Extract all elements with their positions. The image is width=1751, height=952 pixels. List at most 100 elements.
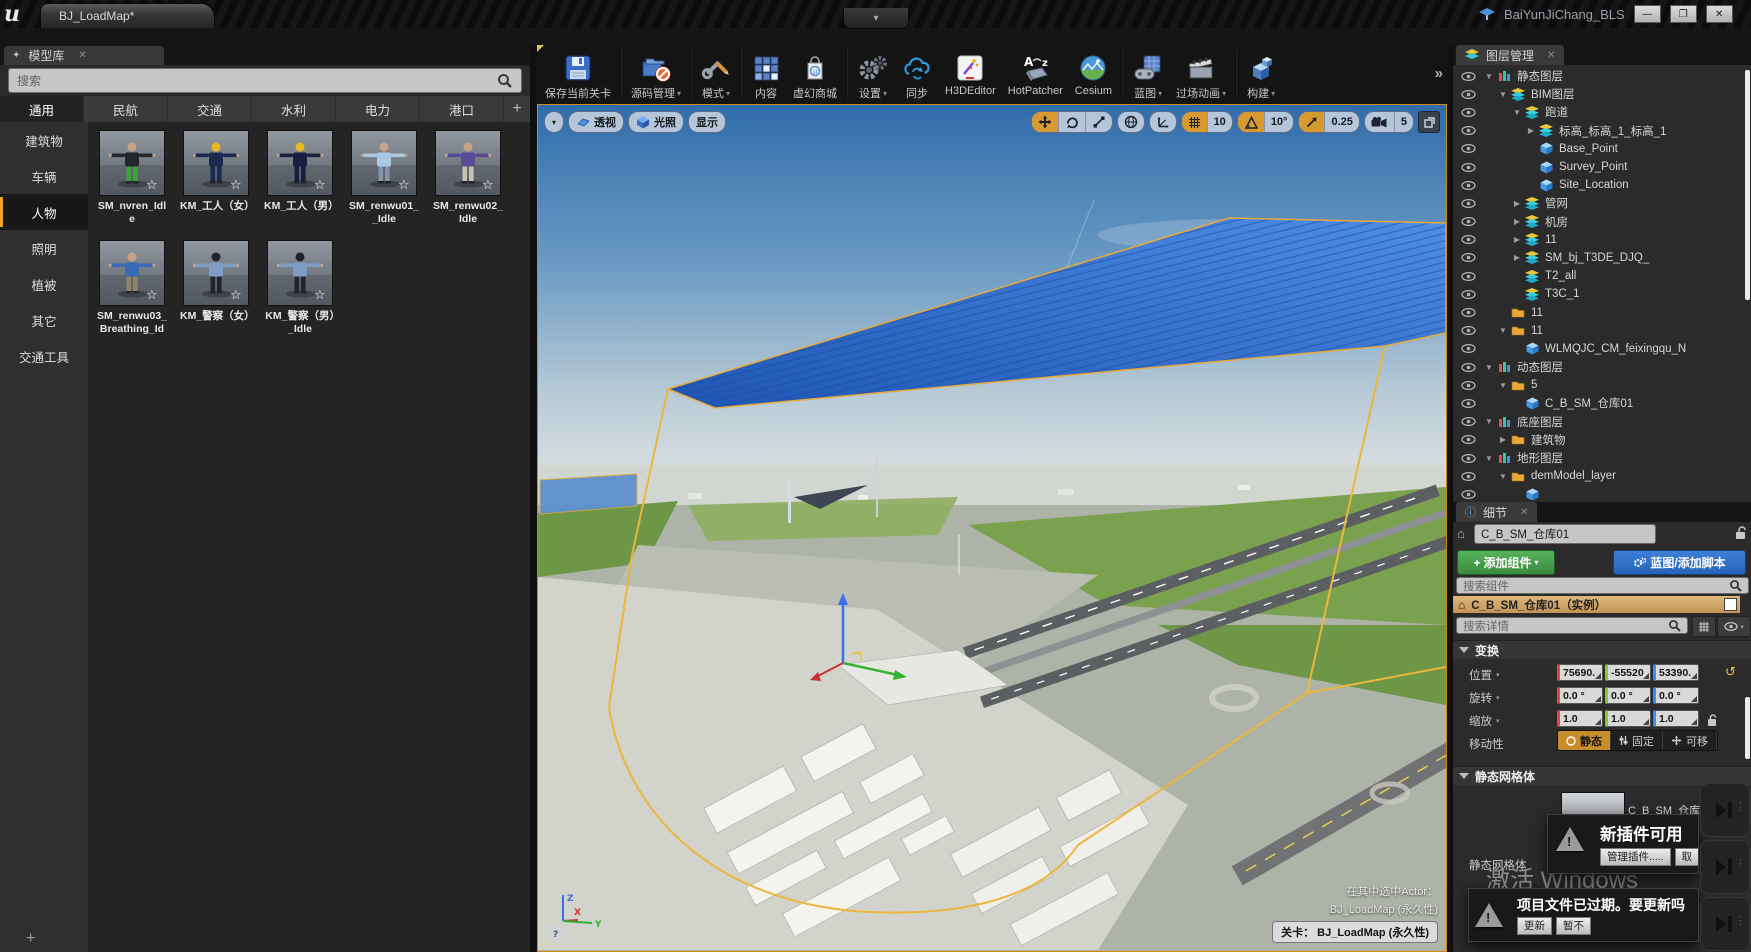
layer-tree-row[interactable]: 11 <box>1453 303 1745 321</box>
content-button[interactable]: 内容 <box>745 47 787 101</box>
collapse-arrow-icon[interactable]: ▶ <box>1511 235 1523 244</box>
update-button[interactable]: 更新 <box>1517 917 1552 935</box>
surface-snap-button[interactable] <box>1150 112 1176 132</box>
close-icon[interactable]: ✕ <box>1520 507 1528 518</box>
transform-section-header[interactable]: 变换 <box>1453 640 1751 659</box>
visibility-eye-icon[interactable] <box>1453 272 1483 281</box>
layer-tree-row[interactable]: Site_Location <box>1453 176 1745 194</box>
layer-tree-row[interactable]: ▶11 <box>1453 231 1745 249</box>
viewport-光照-button[interactable]: 光照 <box>628 111 684 133</box>
asset-card[interactable]: ☆KM_工人（男） <box>264 130 336 213</box>
expand-arrow-icon[interactable]: ▼ <box>1497 472 1509 481</box>
asset-card[interactable]: ☆KM_警察（女） <box>180 240 252 323</box>
collapse-arrow-icon[interactable]: ▶ <box>1525 126 1537 135</box>
rail-item-照明[interactable]: 照明 <box>0 230 88 266</box>
visibility-eye-icon[interactable] <box>1453 199 1483 208</box>
transform-value-field[interactable]: 0.0 ° <box>1605 687 1651 704</box>
level-document-tab[interactable]: BJ_LoadMap* <box>40 3 215 28</box>
rotate-tool-button[interactable] <box>1059 112 1086 132</box>
visibility-eye-icon[interactable] <box>1453 108 1483 117</box>
visibility-eye-icon[interactable] <box>1453 472 1483 481</box>
asset-card[interactable]: ☆SM_renwu01__Idle <box>348 130 420 225</box>
asset-thumbnail[interactable]: ☆ <box>435 130 501 196</box>
manage-plugins-button[interactable]: 管理插件..... <box>1600 848 1671 866</box>
layer-tree-row[interactable]: WLMQJC_CM_feixingqu_N <box>1453 340 1745 358</box>
transform-value-field[interactable]: -55520 <box>1605 664 1651 681</box>
collapse-arrow-icon[interactable]: ▶ <box>1497 435 1509 444</box>
close-icon[interactable]: ✕ <box>78 50 86 61</box>
asset-thumbnail[interactable]: ☆ <box>267 240 333 306</box>
camera-speed-button[interactable] <box>1365 112 1395 132</box>
mobility-固定[interactable]: 固定 <box>1611 731 1663 750</box>
layer-tree-row[interactable]: ▶标高_标高_1_标高_1 <box>1453 122 1745 140</box>
transform-value-field[interactable]: 0.0 ° <box>1653 687 1699 704</box>
build-button[interactable]: 构建▾ <box>1240 47 1282 101</box>
rotation-snap-toggle[interactable] <box>1238 112 1265 132</box>
layer-tree-row[interactable]: Base_Point <box>1453 140 1745 158</box>
asset-thumbnail[interactable]: ☆ <box>351 130 417 196</box>
level-viewport[interactable]: Z X Y ? ▾透视光照显示 1010°0.255 在其中选中Actor： B… <box>537 104 1447 952</box>
visibility-eye-icon[interactable] <box>1453 326 1483 335</box>
settings-button[interactable]: 设置▾ <box>851 47 895 101</box>
visibility-eye-icon[interactable] <box>1453 454 1483 463</box>
expand-arrow-icon[interactable]: ▼ <box>1511 108 1523 117</box>
toast-collapse-button[interactable]: ⋮ <box>1700 840 1750 894</box>
layer-tree-row[interactable]: ▼底座图层 <box>1453 413 1745 431</box>
source-button[interactable]: 源码管理▾ <box>625 47 687 101</box>
layer-tree-row[interactable]: C_B_SM_仓库01 <box>1453 394 1745 412</box>
layer-tree-row[interactable]: ▶建筑物 <box>1453 431 1745 449</box>
category-tab-交通[interactable]: 交通 <box>168 96 252 122</box>
expand-arrow-icon[interactable]: ▼ <box>1497 381 1509 390</box>
asset-card[interactable]: ☆KM_工人（女） <box>180 130 252 213</box>
expand-arrow-icon[interactable]: ▼ <box>1497 326 1509 335</box>
visibility-eye-icon[interactable] <box>1453 417 1483 426</box>
layer-tree-row[interactable]: ▼动态图层 <box>1453 358 1745 376</box>
grid-snap-value[interactable]: 10 <box>1208 112 1232 132</box>
transform-value-field[interactable]: 53390. <box>1653 664 1699 681</box>
collapse-arrow-icon[interactable]: ▶ <box>1511 253 1523 262</box>
transform-value-field[interactable]: 1.0 <box>1605 710 1651 727</box>
layer-tree-row[interactable]: ▼跑道 <box>1453 103 1745 121</box>
hotpatch-button[interactable]: AzHotPatcher <box>1002 47 1069 97</box>
visibility-eye-icon[interactable] <box>1453 344 1483 353</box>
grid-snap-toggle[interactable] <box>1182 112 1208 132</box>
layer-tree-row[interactable]: ▼静态图层 <box>1453 67 1745 85</box>
rail-item-交通工具[interactable]: 交通工具 <box>0 338 88 374</box>
world-space-button[interactable] <box>1118 112 1144 132</box>
collapse-arrow-icon[interactable]: ▶ <box>1511 217 1523 226</box>
transform-value-field[interactable]: 0.0 ° <box>1557 687 1603 704</box>
visibility-eye-icon[interactable] <box>1453 144 1483 153</box>
tab-model-library[interactable]: ✦ 模型库 ✕ <box>4 46 164 65</box>
layer-tree-row[interactable]: ▶机房 <box>1453 213 1745 231</box>
blueprint-button[interactable]: 蓝图▾ <box>1126 47 1170 101</box>
tab-details[interactable]: ⓘ 细节 ✕ <box>1456 502 1537 522</box>
toast-collapse-button[interactable]: ⋮ <box>1700 897 1750 951</box>
search-details-input[interactable]: 搜索详情 <box>1456 617 1688 634</box>
expand-arrow-icon[interactable]: ▼ <box>1483 363 1495 372</box>
layer-tree-row[interactable]: ▶SM_bj_T3DE_DJQ_ <box>1453 249 1745 267</box>
layer-tree-row[interactable] <box>1453 485 1745 503</box>
category-tab-民航[interactable]: 民航 <box>84 96 168 122</box>
maximize-viewport-button[interactable] <box>1418 111 1440 133</box>
layer-tree-row[interactable]: ▼地形图层 <box>1453 449 1745 467</box>
display-filter-button[interactable] <box>1692 616 1716 637</box>
maximize-button[interactable]: ❐ <box>1670 5 1697 23</box>
layer-tree-row[interactable]: ▼11 <box>1453 322 1745 340</box>
asset-thumbnail[interactable]: ☆ <box>183 130 249 196</box>
visibility-eye-icon[interactable] <box>1453 363 1483 372</box>
visibility-eye-icon[interactable] <box>1453 90 1483 99</box>
expand-arrow-icon[interactable]: ▼ <box>1483 454 1495 463</box>
asset-card[interactable]: ☆SM_nvren_Idle <box>96 130 168 225</box>
component-instance-row[interactable]: ⌂ C_B_SM_仓库01（实例） <box>1453 596 1740 613</box>
toolbar-overflow-chevron-icon[interactable]: » <box>1435 65 1443 82</box>
modes-button[interactable]: 模式▾ <box>695 47 737 101</box>
add-category-tab-button[interactable]: + <box>504 96 530 122</box>
search-components-input[interactable]: 搜索组件 <box>1456 577 1749 594</box>
view-options-button[interactable]: ▾ <box>1717 616 1751 637</box>
visibility-eye-icon[interactable] <box>1453 253 1483 262</box>
toast-collapse-button[interactable]: ⋮ <box>1700 783 1750 837</box>
layer-tree-row[interactable]: ▼BIM图层 <box>1453 85 1745 103</box>
visibility-eye-icon[interactable] <box>1453 163 1483 172</box>
visibility-eye-icon[interactable] <box>1453 381 1483 390</box>
viewport-options-button[interactable]: ▾ <box>544 111 564 133</box>
